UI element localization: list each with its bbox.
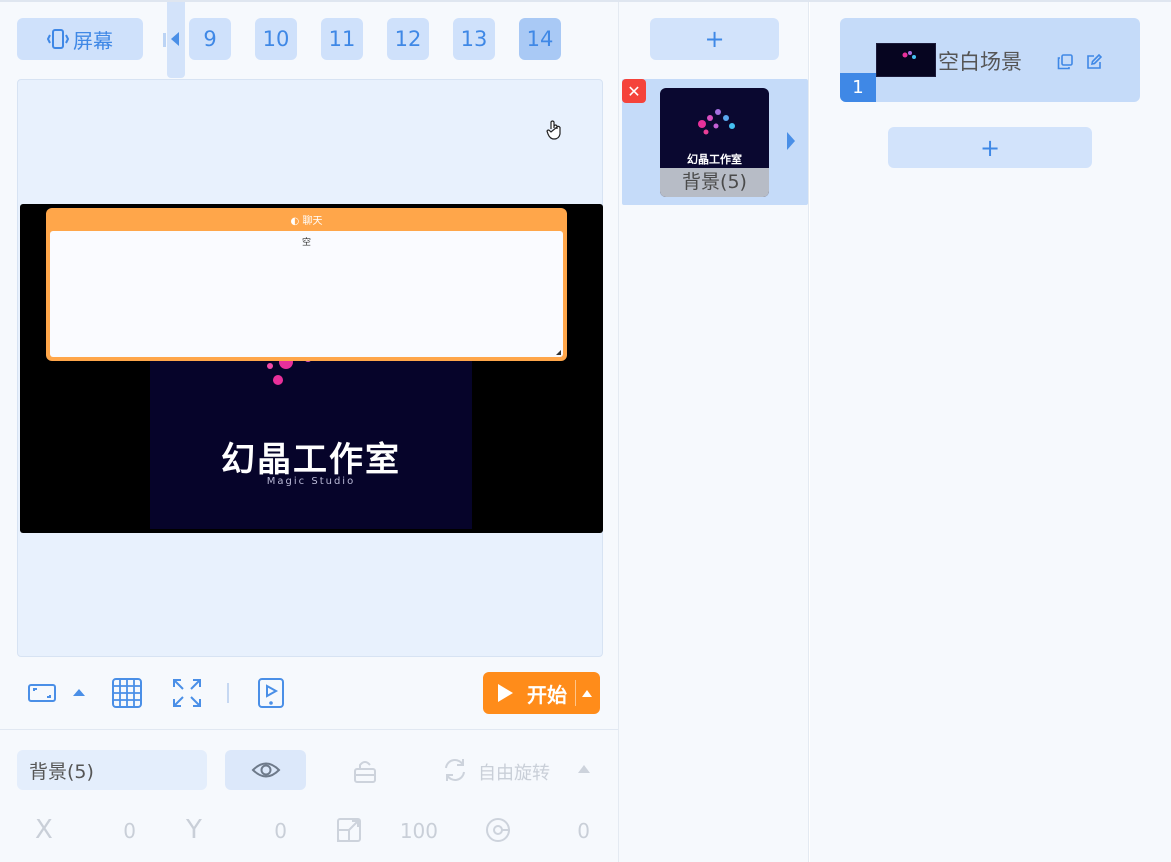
opacity-icon <box>486 818 510 842</box>
scene-name: 空白场景 <box>938 50 1022 74</box>
opacity-value[interactable]: 0 <box>570 819 590 843</box>
scenes-panel: 空白场景 1 + <box>810 2 1171 862</box>
rotate-icon[interactable] <box>441 756 469 784</box>
chat-window[interactable]: ◐ 聊天 空 <box>46 208 567 361</box>
scene-thumbnail <box>876 43 936 77</box>
scale-value[interactable]: 100 <box>396 819 438 843</box>
lock-icon[interactable] <box>352 758 378 784</box>
screen-tab-11[interactable]: 11 <box>321 18 363 60</box>
resize-grip-icon[interactable] <box>556 350 561 355</box>
screen-tab-13[interactable]: 13 <box>453 18 495 60</box>
layer-item[interactable]: ✕ 幻晶工作室 背景(5) <box>622 79 808 205</box>
screen-tab-14[interactable]: 14 <box>519 18 561 60</box>
layers-panel: + ✕ 幻晶工作室 背景(5) <box>618 2 809 862</box>
toolbar-separator <box>227 683 229 703</box>
visibility-button[interactable] <box>225 750 306 790</box>
start-button-label: 开始 <box>527 682 567 707</box>
logo-subtitle: Magic Studio <box>266 476 356 487</box>
x-value[interactable]: 0 <box>110 819 136 843</box>
screen-tab-9[interactable]: 9 <box>189 18 231 60</box>
edit-icon[interactable] <box>1086 54 1102 70</box>
y-value[interactable]: 0 <box>260 819 287 843</box>
screen-button[interactable]: 屏幕 <box>17 18 143 60</box>
eye-icon <box>251 762 280 778</box>
screen-button-label: 屏幕 <box>73 28 113 53</box>
properties-divider <box>0 729 618 730</box>
rotate-dropdown-icon[interactable] <box>578 765 590 773</box>
y-label: Y <box>186 815 202 845</box>
x-label: X <box>35 815 53 845</box>
hand-cursor-icon <box>546 120 561 140</box>
add-scene-button[interactable]: + <box>888 127 1092 168</box>
close-icon[interactable]: ✕ <box>622 79 646 103</box>
start-button[interactable]: 开始 <box>483 672 600 714</box>
chat-empty-text: 空 <box>301 238 311 248</box>
fullscreen-icon[interactable] <box>171 677 203 709</box>
layer-name-input[interactable] <box>17 750 207 790</box>
layer-item-label: 背景(5) <box>660 168 769 197</box>
preview-stage[interactable]: 幻晶工作室 Magic Studio ◐ 聊天 空 <box>17 79 603 657</box>
play-preview-icon[interactable] <box>257 677 285 709</box>
play-icon <box>498 684 513 702</box>
expand-right-icon[interactable] <box>787 132 795 150</box>
brain-logo-icon <box>698 109 735 135</box>
screen-tab-12[interactable]: 12 <box>387 18 429 60</box>
layer-thumbnail: 幻晶工作室 背景(5) <box>660 88 769 197</box>
brain-logo-icon <box>902 51 916 59</box>
chat-window-body[interactable]: 空 <box>50 231 563 357</box>
start-dropdown-icon[interactable] <box>582 689 592 697</box>
copy-icon[interactable] <box>1057 54 1073 70</box>
aspect-ratio-icon[interactable] <box>27 682 57 704</box>
scroll-left-icon[interactable] <box>171 32 179 46</box>
logo-title: 幻晶工作室 <box>221 440 401 480</box>
scene-number-badge: 1 <box>840 73 876 102</box>
chat-window-title: ◐ 聊天 <box>46 212 567 227</box>
tabs-scroll-marker <box>163 33 166 47</box>
phone-rotate-icon <box>47 29 69 49</box>
start-button-divider <box>575 680 576 706</box>
editor-panel: 屏幕 9 10 11 12 13 14 幻晶工作室 Magic Studio ◐ <box>0 2 618 862</box>
grid-icon[interactable] <box>111 677 143 709</box>
aspect-dropdown-icon[interactable] <box>72 686 86 698</box>
add-layer-button[interactable]: + <box>650 18 779 60</box>
chat-window-title-label: 聊天 <box>302 216 323 227</box>
scale-icon <box>337 818 361 842</box>
layer-thumbnail-title: 幻晶工作室 <box>687 153 742 166</box>
scene-item[interactable]: 空白场景 1 <box>840 18 1140 102</box>
rotate-mode-label[interactable]: 自由旋转 <box>478 759 550 785</box>
screen-tab-10[interactable]: 10 <box>255 18 297 60</box>
chat-spinner-icon: ◐ <box>290 216 300 227</box>
preview-canvas[interactable]: 幻晶工作室 Magic Studio ◐ 聊天 空 <box>20 204 603 533</box>
